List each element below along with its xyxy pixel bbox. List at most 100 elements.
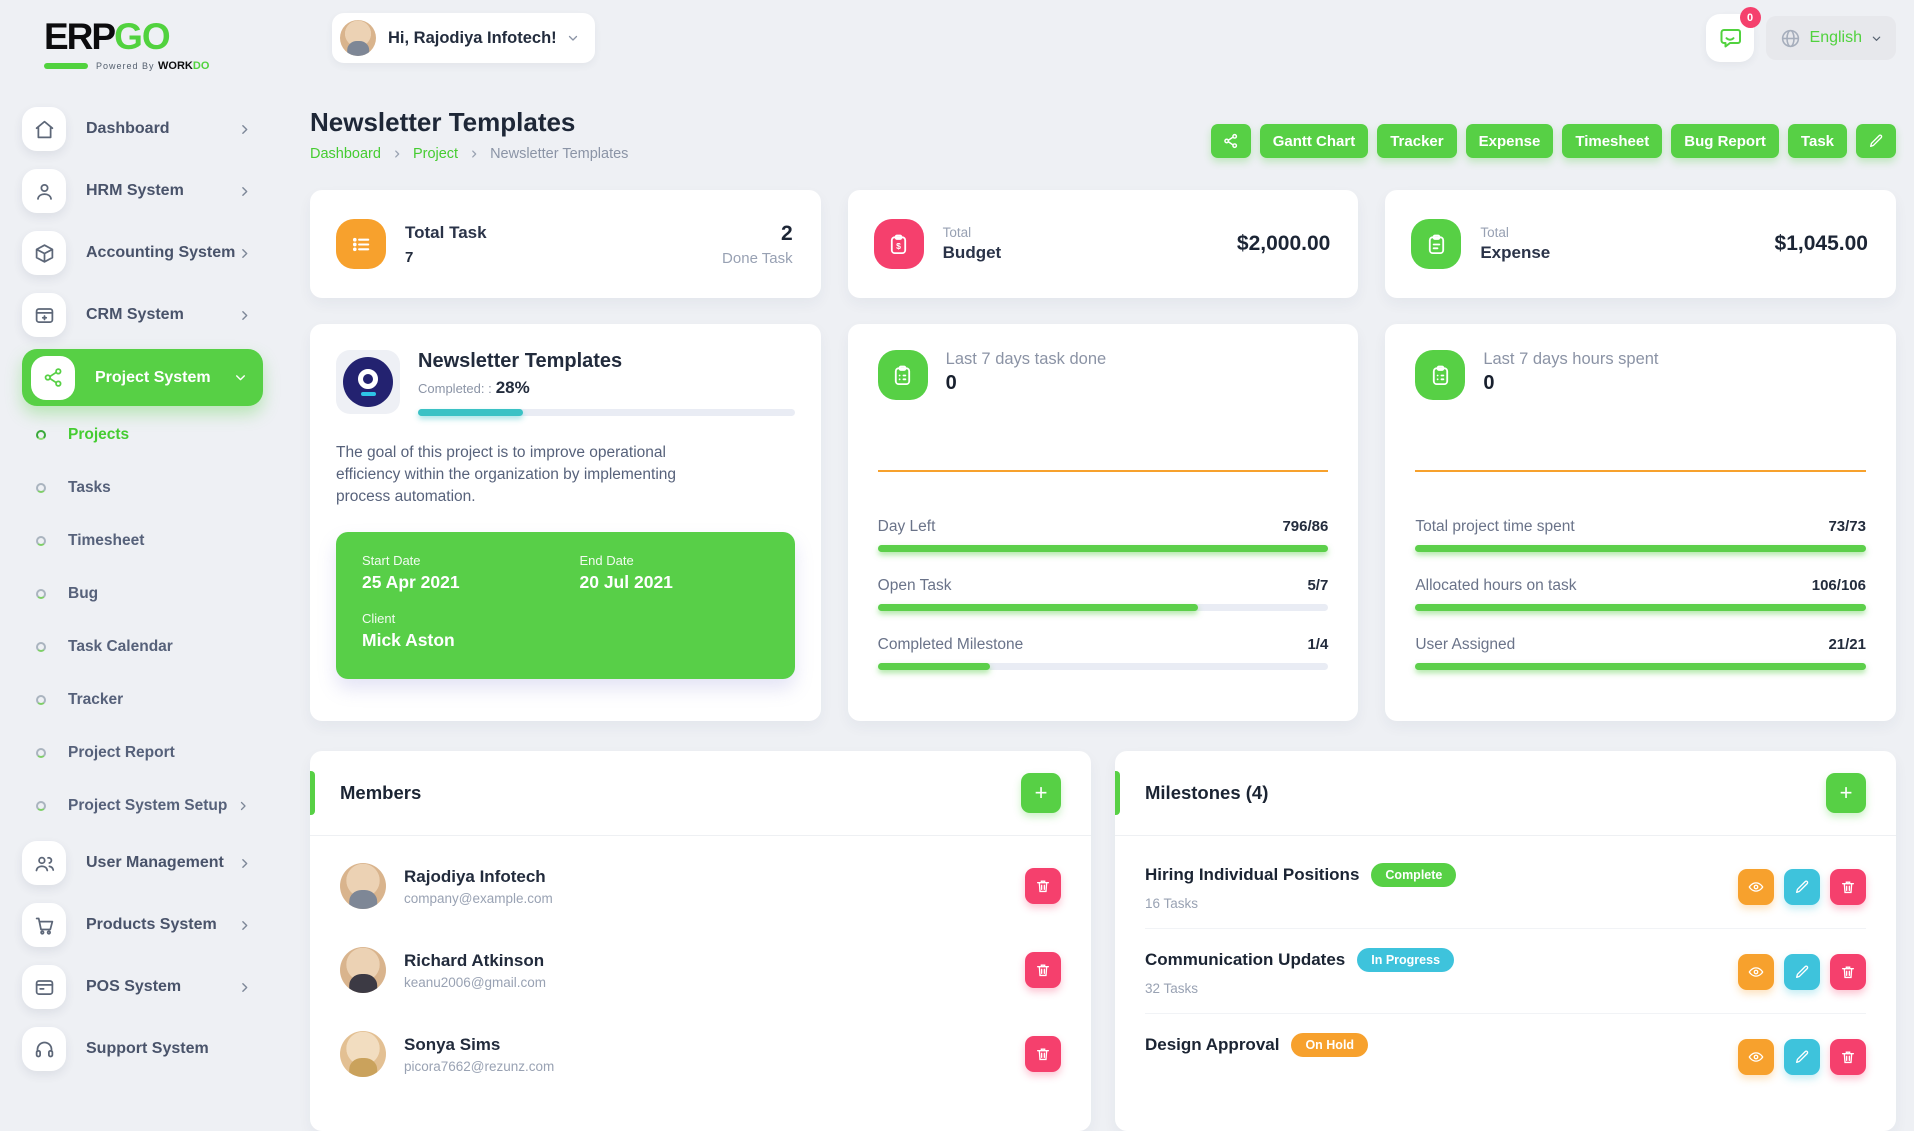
progress-row-open-task: Open Task5/7	[878, 577, 1329, 611]
edit-milestone-button[interactable]	[1784, 954, 1820, 990]
project-progress-bar	[418, 409, 795, 416]
cart-icon	[22, 903, 66, 947]
summary-title: Last 7 days hours spent	[1483, 350, 1658, 369]
breadcrumb-project[interactable]: Project	[413, 146, 458, 162]
sidebar-subitem-tasks[interactable]: Tasks	[22, 461, 285, 514]
sidebar-item-user-management[interactable]: User Management	[22, 832, 285, 894]
edit-milestone-button[interactable]	[1784, 869, 1820, 905]
milestone-row: Communication Updates In Progress 32 Tas…	[1145, 929, 1866, 1014]
sidebar-item-pos-system[interactable]: POS System	[22, 956, 285, 1018]
sidebar-item-support-system[interactable]: Support System	[22, 1018, 285, 1080]
stat-label-top: Total	[943, 225, 1002, 240]
user-menu[interactable]: Hi, Rajodiya Infotech!	[332, 13, 595, 63]
sidebar-subitem-timesheet[interactable]: Timesheet	[22, 514, 285, 567]
share-button[interactable]	[1211, 124, 1251, 158]
done-task-label: Done Task	[722, 250, 793, 267]
breadcrumb: Dashboard Project Newsletter Templates	[310, 146, 628, 162]
window-plus-icon	[22, 293, 66, 337]
breadcrumb-current: Newsletter Templates	[490, 146, 628, 162]
share-nodes-icon	[31, 356, 75, 400]
stat-count: 7	[405, 249, 487, 266]
chevron-right-icon	[238, 123, 251, 136]
sidebar-item-products-system[interactable]: Products System	[22, 894, 285, 956]
add-member-button[interactable]: +	[1021, 773, 1061, 813]
app-logo[interactable]: ERPGO Powered By WORKDO	[44, 16, 234, 72]
sidebar-item-crm-system[interactable]: CRM System	[22, 284, 285, 346]
client-label: Client	[362, 611, 769, 626]
sidebar-subitem-projects[interactable]: Projects	[22, 408, 285, 461]
project-overview-card: Newsletter Templates Completed: :28% The…	[310, 324, 821, 721]
bug-report-button[interactable]: Bug Report	[1671, 124, 1779, 158]
member-avatar	[340, 1031, 386, 1077]
eye-icon	[1748, 1049, 1764, 1065]
view-milestone-button[interactable]	[1738, 954, 1774, 990]
sidebar-subitem-project-report[interactable]: Project Report	[22, 726, 285, 779]
delete-milestone-button[interactable]	[1830, 869, 1866, 905]
delete-milestone-button[interactable]	[1830, 954, 1866, 990]
clipboard-icon	[878, 350, 928, 400]
sidebar-subitem-tracker[interactable]: Tracker	[22, 673, 285, 726]
bullet-icon	[36, 589, 46, 599]
end-date-label: End Date	[580, 553, 769, 568]
last7-task-chart	[878, 470, 1329, 472]
member-row: Richard Atkinson keanu2006@gmail.com	[340, 928, 1061, 1012]
timesheet-button[interactable]: Timesheet	[1562, 124, 1662, 158]
total-expense-card: Total Expense $1,045.00	[1385, 190, 1896, 298]
delete-member-button[interactable]	[1025, 952, 1061, 988]
pencil-icon	[1868, 133, 1884, 149]
chat-icon	[1718, 26, 1742, 50]
people-icon	[22, 841, 66, 885]
sidebar-subitem-task-calendar[interactable]: Task Calendar	[22, 620, 285, 673]
breadcrumb-dashboard[interactable]: Dashboard	[310, 146, 381, 162]
notification-badge: 0	[1740, 7, 1761, 28]
done-task-count: 2	[722, 222, 793, 246]
edit-milestone-button[interactable]	[1784, 1039, 1820, 1075]
task-button[interactable]: Task	[1788, 124, 1847, 158]
page-toolbar: Gantt Chart Tracker Expense Timesheet Bu…	[1211, 124, 1896, 158]
sidebar-item-hrm-system[interactable]: HRM System	[22, 160, 285, 222]
summary-value: 0	[946, 372, 1107, 395]
member-row: Rajodiya Infotech company@example.com	[340, 844, 1061, 928]
logo-text: ERPGO	[44, 16, 234, 58]
edit-button[interactable]	[1856, 124, 1896, 158]
member-avatar	[340, 863, 386, 909]
gantt-chart-button[interactable]: Gantt Chart	[1260, 124, 1369, 158]
task-summary-card: Last 7 days task done 0 Day Left796/86 O…	[848, 324, 1359, 721]
completed-percent: 28%	[496, 378, 530, 397]
member-row: Sonya Sims picora7662@rezunz.com	[340, 1012, 1061, 1096]
status-badge: Complete	[1371, 863, 1456, 887]
sidebar-subitem-bug[interactable]: Bug	[22, 567, 285, 620]
task-list-icon	[336, 219, 386, 269]
trash-icon	[1035, 1046, 1051, 1062]
project-description: The goal of this project is to improve o…	[336, 442, 721, 508]
add-milestone-button[interactable]: +	[1826, 773, 1866, 813]
delete-member-button[interactable]	[1025, 868, 1061, 904]
delete-milestone-button[interactable]	[1830, 1039, 1866, 1075]
delete-member-button[interactable]	[1025, 1036, 1061, 1072]
chevron-right-icon	[238, 247, 251, 260]
sidebar-item-project-system[interactable]: Project System	[22, 349, 263, 406]
eye-icon	[1748, 964, 1764, 980]
hours-summary-card: Last 7 days hours spent 0 Total project …	[1385, 324, 1896, 721]
stat-label: Budget	[943, 243, 1002, 263]
share-nodes-icon	[1223, 133, 1239, 149]
language-selector[interactable]: English	[1766, 16, 1896, 60]
progress-row-completed-milestone: Completed Milestone1/4	[878, 636, 1329, 670]
view-milestone-button[interactable]	[1738, 1039, 1774, 1075]
members-card: Members + Rajodiya Infotech company@exam…	[310, 751, 1091, 1131]
project-title: Newsletter Templates	[418, 350, 795, 373]
person-icon	[22, 169, 66, 213]
expense-button[interactable]: Expense	[1466, 124, 1554, 158]
messages-button[interactable]: 0	[1706, 14, 1754, 62]
sidebar-subitem-project-system-setup[interactable]: Project System Setup	[22, 779, 285, 832]
trash-icon	[1035, 878, 1051, 894]
view-milestone-button[interactable]	[1738, 869, 1774, 905]
sidebar-item-dashboard[interactable]: Dashboard	[22, 98, 285, 160]
total-budget-card: $ Total Budget $2,000.00	[848, 190, 1359, 298]
main-content: Hi, Rajodiya Infotech! 0 English Newslet…	[285, 0, 1914, 1080]
eye-icon	[1748, 879, 1764, 895]
progress-row-allocated-hours: Allocated hours on task106/106	[1415, 577, 1866, 611]
sidebar-item-accounting-system[interactable]: Accounting System	[22, 222, 285, 284]
tracker-button[interactable]: Tracker	[1377, 124, 1456, 158]
milestone-task-count: 32 Tasks	[1145, 981, 1454, 996]
